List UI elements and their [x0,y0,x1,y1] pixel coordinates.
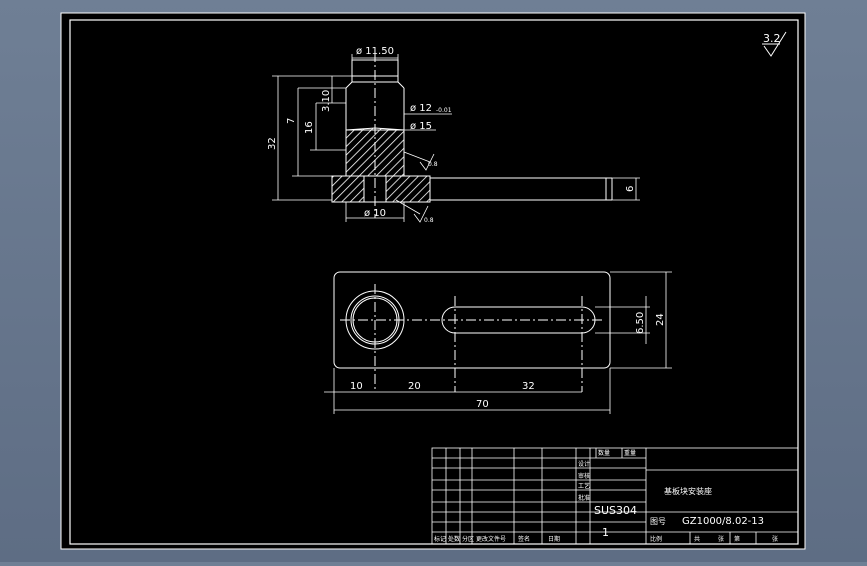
dim-bottom-dia: ø 10 [364,208,386,219]
roughness-label-2: 0.8 [424,217,434,224]
bottom-label-3: 张 [772,535,778,543]
section-hatch-1 [345,127,405,177]
dim-6: 6 [625,186,636,192]
roughness-label-1: 0.8 [428,161,438,168]
scale-label: 比例 [650,535,662,543]
section-hatch-2 [331,175,365,203]
dim-shaft-tol: -0.01 [436,107,452,114]
dim-70: 70 [476,399,489,410]
drawing-sheet [60,12,806,550]
dim-10: 10 [350,381,363,392]
drawing-no-label: 图号 [650,517,666,526]
drawing-no-text: GZ1000/8.02-13 [682,516,764,527]
bottom-label-2: 第 [734,535,740,543]
dim-24: 24 [655,313,666,326]
dim-32: 32 [267,137,278,150]
qty-label: 数量 [598,449,610,457]
cad-viewport[interactable]: 3.2 ø 11.50 3.10 ø 12 -0.01 ø 15 7 16 32… [0,0,867,562]
dim-top-dia: ø 11.50 [356,46,394,57]
bottom-label-0: 共 [694,535,700,543]
quantity-text: 1 [602,526,609,539]
dim-650: 6.50 [635,312,646,334]
dim-collar-dia: ø 15 [410,121,432,132]
part-name-text: 基板块安装座 [664,486,712,496]
bottom-label-1: 张 [718,535,724,543]
dim-head-height: 3.10 [321,90,332,112]
side-label-0: 设计 [578,460,590,468]
material-text: SUS304 [594,504,637,517]
section-hatch-3 [385,175,431,203]
side-label-3: 批准 [578,494,590,502]
row-label-0: 标记 [434,535,446,543]
roughness-value: 3.2 [763,32,781,45]
dim-20: 20 [408,381,421,392]
dim-32-top: 32 [522,381,535,392]
dim-16: 16 [304,121,315,134]
row-label-1: 处数 [448,535,460,543]
row-label-2: 分区 [462,535,474,543]
row-label-5: 日期 [548,535,560,543]
row-label-4: 签名 [518,535,530,543]
drawing-canvas[interactable]: 3.2 ø 11.50 3.10 ø 12 -0.01 ø 15 7 16 32… [0,0,867,562]
row-label-3: 更改文件号 [476,535,506,543]
dim-shaft-dia: ø 12 [410,103,432,114]
side-label-2: 工艺 [578,482,590,490]
side-label-1: 审核 [578,472,590,480]
dim-7: 7 [286,118,297,124]
weight-label: 重量 [624,449,636,457]
